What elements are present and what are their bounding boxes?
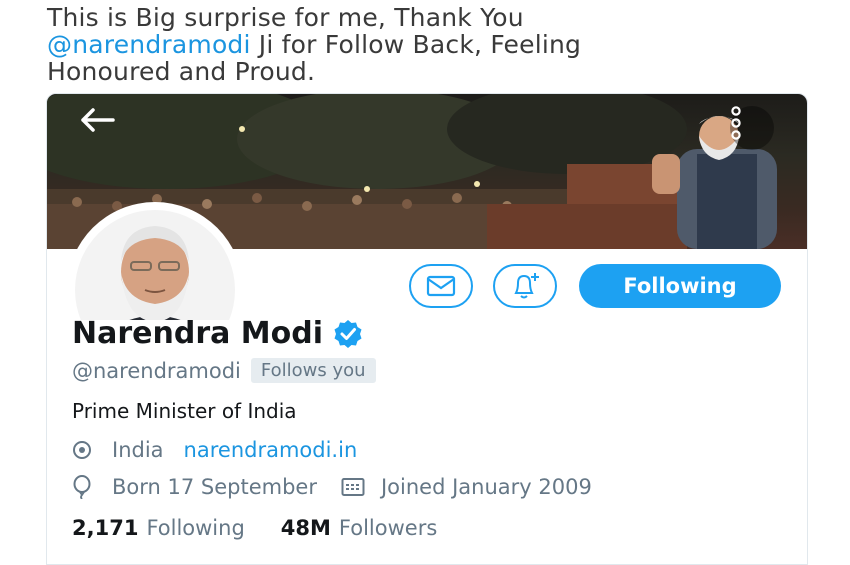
tweet-line-2: Ji for Follow Back, Feeling [250, 30, 582, 59]
followers-label: Followers [338, 516, 438, 540]
tweet-line-3: Honoured and Proud. [47, 57, 316, 86]
birthday-text: Born 17 September [112, 475, 317, 499]
profile-card: Following Narendra Modi @narendramodi Fo… [46, 93, 808, 565]
follow-stats: 2,171 Following 48M Followers [72, 516, 437, 540]
following-button[interactable]: Following [579, 264, 781, 308]
verified-badge-icon [334, 319, 362, 348]
envelope-icon [426, 275, 456, 297]
following-label: Following [146, 516, 245, 540]
profile-handle: @narendramodi [72, 358, 241, 383]
notifications-button[interactable] [493, 264, 557, 308]
followers-stat[interactable]: 48M Followers [281, 516, 438, 540]
message-button[interactable] [409, 264, 473, 308]
location-text: India [112, 438, 164, 462]
more-options-button[interactable] [730, 106, 774, 150]
following-stat[interactable]: 2,171 Following [72, 516, 245, 540]
tweet-text: This is Big surprise for me, Thank You @… [47, 4, 807, 85]
bell-plus-icon [514, 273, 539, 299]
following-count: 2,171 [72, 516, 139, 540]
location-row: India narendramodi.in [72, 438, 357, 462]
display-name: Narendra Modi [72, 316, 324, 351]
follows-you-badge: Follows you [250, 358, 376, 383]
handle-row: @narendramodi Follows you [72, 358, 376, 383]
more-vertical-icon [731, 106, 741, 140]
profile-bio: Prime Minister of India [72, 399, 297, 423]
profile-name-row: Narendra Modi [72, 316, 363, 351]
calendar-icon [341, 477, 367, 497]
followers-count: 48M [280, 516, 331, 540]
balloon-icon [72, 475, 98, 499]
dates-row: Born 17 September Joined January 2009 [72, 475, 592, 499]
location-pin-icon [72, 440, 98, 460]
arrow-left-icon [81, 108, 115, 132]
back-button[interactable] [77, 106, 133, 146]
joined-text: Joined January 2009 [380, 475, 592, 499]
avatar-image [75, 210, 235, 320]
website-link[interactable]: narendramodi.in [184, 438, 358, 462]
mention-link[interactable]: @narendramodi [47, 30, 251, 59]
tweet-line-1: This is Big surprise for me, Thank You [47, 3, 524, 32]
